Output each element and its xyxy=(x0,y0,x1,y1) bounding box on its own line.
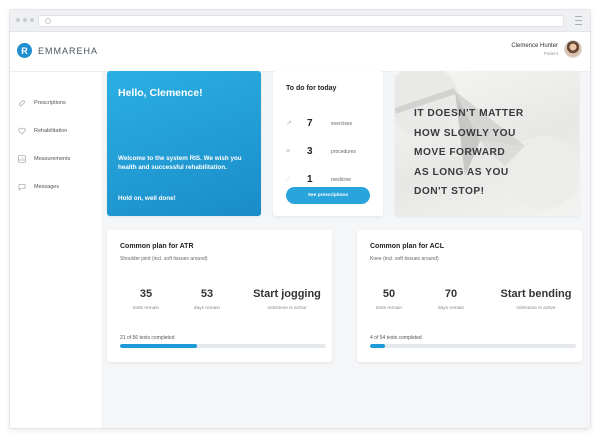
todo-count: 1 xyxy=(307,174,313,185)
todo-count: 7 xyxy=(307,118,313,129)
sidebar-item-label: Prescriptions xyxy=(34,100,66,106)
app-logo[interactable]: R EMMAREHA xyxy=(17,43,98,58)
plan-subtitle: Shoulder joint (incl. soft tissues aroun… xyxy=(120,256,208,262)
sidebar-item-label: Messages xyxy=(34,184,60,190)
plan-card-acl[interactable]: Common plan for ACL Knee (incl. soft tis… xyxy=(357,230,582,362)
welcome-message: Welcome to the system RIS. We wish you h… xyxy=(118,155,242,171)
address-bar[interactable] xyxy=(38,15,564,27)
maximize-dot[interactable] xyxy=(30,18,34,22)
progress-text: 4 of 54 tests completed xyxy=(370,335,422,341)
plan-card-atr[interactable]: Common plan for ATR Shoulder joint (incl… xyxy=(107,230,332,362)
stat-label: days remain xyxy=(437,306,465,311)
sidebar-item-label: Rehabilitation xyxy=(34,128,68,134)
plan-subtitle: Knee (incl. soft tissues around) xyxy=(370,256,439,262)
stat-label: tests remain xyxy=(375,306,403,311)
stat-label: days remain xyxy=(193,306,221,311)
stat-days-remain: 53 days remain xyxy=(187,288,227,311)
procedure-icon: ≡ xyxy=(286,147,291,155)
stat-value: Start jogging xyxy=(253,288,321,300)
todo-title: To do for today xyxy=(286,85,337,92)
reload-icon[interactable] xyxy=(45,18,51,24)
see-prescriptions-button[interactable]: See prescriptions xyxy=(286,187,370,204)
stat-value: 50 xyxy=(382,288,396,300)
stat-value: 53 xyxy=(200,288,214,300)
browser-menu-icon[interactable] xyxy=(575,16,582,25)
todo-item-procedures[interactable]: ≡ 3 procedures xyxy=(286,146,356,157)
avatar[interactable] xyxy=(564,40,582,58)
stat-tests-remain: 50 tests remain xyxy=(369,288,409,311)
todo-label: procedures xyxy=(331,148,357,155)
stat-label: milestone is active xyxy=(516,306,556,311)
chart-icon xyxy=(18,155,26,163)
progress-fill xyxy=(120,344,198,348)
heart-icon xyxy=(18,127,26,135)
stat-value: Start bending xyxy=(500,288,572,300)
stat-value: 35 xyxy=(139,288,153,300)
sidebar-item-rehabilitation[interactable]: Rehabilitation xyxy=(18,127,67,135)
message-icon xyxy=(18,184,26,191)
stat-days-remain: 70 days remain xyxy=(431,288,471,311)
sidebar-item-measurements[interactable]: Measurements xyxy=(18,155,70,163)
quote-text: IT DOESN'T MATTER HOW SLOWLY YOU MOVE FO… xyxy=(414,108,524,197)
progress-bar xyxy=(120,344,326,348)
medicine-icon: ∴ xyxy=(286,175,291,183)
stat-tests-remain: 35 tests remain xyxy=(126,288,166,311)
user-name: Clemence Hunter xyxy=(511,42,558,49)
progress-fill xyxy=(370,344,386,348)
user-role: Patient xyxy=(543,50,558,56)
stat-milestone: Start jogging milestone is active xyxy=(247,288,327,311)
todo-count: 3 xyxy=(307,146,313,157)
stat-value: 70 xyxy=(444,288,458,300)
todo-label: medicine xyxy=(331,176,352,183)
exercise-icon: ↗ xyxy=(286,119,292,127)
logo-mark-icon: R xyxy=(17,43,32,58)
stat-label: tests remain xyxy=(132,306,160,311)
app-name: EMMAREHA xyxy=(38,45,99,56)
welcome-card: Hello, Clemence! Welcome to the system R… xyxy=(107,71,261,216)
close-dot[interactable] xyxy=(16,18,20,22)
stat-label: milestone is active xyxy=(267,306,307,311)
sidebar-item-messages[interactable]: Messages xyxy=(18,183,59,191)
window-controls xyxy=(16,18,34,22)
progress-text: 21 of 56 tests completed xyxy=(120,335,175,341)
browser-toolbar xyxy=(10,10,590,32)
welcome-closing: Hold on, well done! xyxy=(118,195,176,202)
progress-bar xyxy=(370,344,576,348)
welcome-title: Hello, Clemence! xyxy=(118,87,203,99)
todo-item-exercises[interactable]: ↗ 7 exercises xyxy=(286,118,352,129)
stat-milestone: Start bending milestone is active xyxy=(494,288,578,311)
todo-label: exercises xyxy=(331,120,353,127)
todo-card: To do for today ↗ 7 exercises ≡ 3 proced… xyxy=(273,71,383,216)
sidebar: Prescriptions Rehabilitation Measurement… xyxy=(10,72,103,428)
app-header: R EMMAREHA Clemence Hunter Patient xyxy=(10,32,590,72)
sidebar-item-prescriptions[interactable]: Prescriptions xyxy=(18,99,66,107)
minimize-dot[interactable] xyxy=(23,18,27,22)
sidebar-item-label: Measurements xyxy=(34,156,71,162)
todo-item-medicine[interactable]: ∴ 1 medicine xyxy=(286,174,351,185)
motivation-quote-card: IT DOESN'T MATTER HOW SLOWLY YOU MOVE FO… xyxy=(395,71,579,216)
user-menu[interactable]: Clemence Hunter Patient xyxy=(511,40,582,58)
pill-icon xyxy=(19,100,25,107)
plan-title: Common plan for ATR xyxy=(120,243,194,250)
plan-title: Common plan for ACL xyxy=(370,243,445,250)
